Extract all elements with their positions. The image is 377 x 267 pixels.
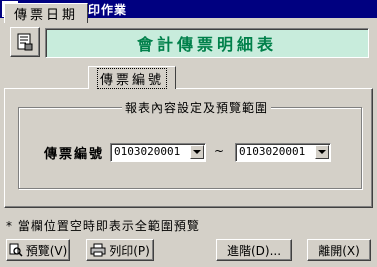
advanced-button[interactable]: 進階(D)... (216, 239, 292, 261)
preview-magnifier-icon (9, 243, 23, 257)
tab-voucher-date[interactable]: 傳票日期 (4, 3, 88, 23)
voucher-to-value: 0103020001 (239, 145, 306, 158)
print-button[interactable]: 列印(P) (86, 239, 154, 261)
chevron-down-icon (193, 150, 201, 154)
voucher-from-dropdown-button[interactable] (190, 145, 204, 159)
chevron-down-icon (318, 150, 326, 154)
empty-field-note: * 當欄位置空時即表示全範圍預覽 (6, 219, 200, 233)
report-document-icon (17, 33, 33, 51)
exit-button[interactable]: 離開(X) (307, 239, 371, 261)
voucher-number-label: 傳票編號 (44, 147, 105, 162)
voucher-to-dropdown-button[interactable] (315, 145, 329, 159)
report-title-panel: 會計傳票明細表 (45, 28, 369, 58)
tab-voucher-number-label: 傳票編號 (96, 67, 167, 89)
preview-button-label: 預覽(V) (25, 243, 68, 258)
report-icon-button[interactable] (10, 27, 40, 57)
tab-voucher-date-label: 傳票日期 (13, 8, 78, 23)
preview-button[interactable]: 預覽(V) (6, 239, 70, 261)
voucher-from-value: 0103020001 (114, 145, 181, 158)
settings-group-title: 報表內容設定及預覽範圍 (122, 99, 272, 116)
tab-voucher-number[interactable]: 傳票編號 (88, 66, 176, 89)
printer-icon (90, 243, 106, 257)
range-separator: ~ (214, 144, 225, 158)
exit-button-label: 離開(X) (318, 243, 360, 258)
voucher-from-combo[interactable]: 0103020001 (110, 143, 206, 162)
report-title: 會計傳票明細表 (136, 35, 277, 54)
advanced-button-label: 進階(D)... (226, 243, 282, 258)
voucher-to-combo[interactable]: 0103020001 (235, 143, 331, 162)
print-button-label: 列印(P) (109, 243, 150, 258)
